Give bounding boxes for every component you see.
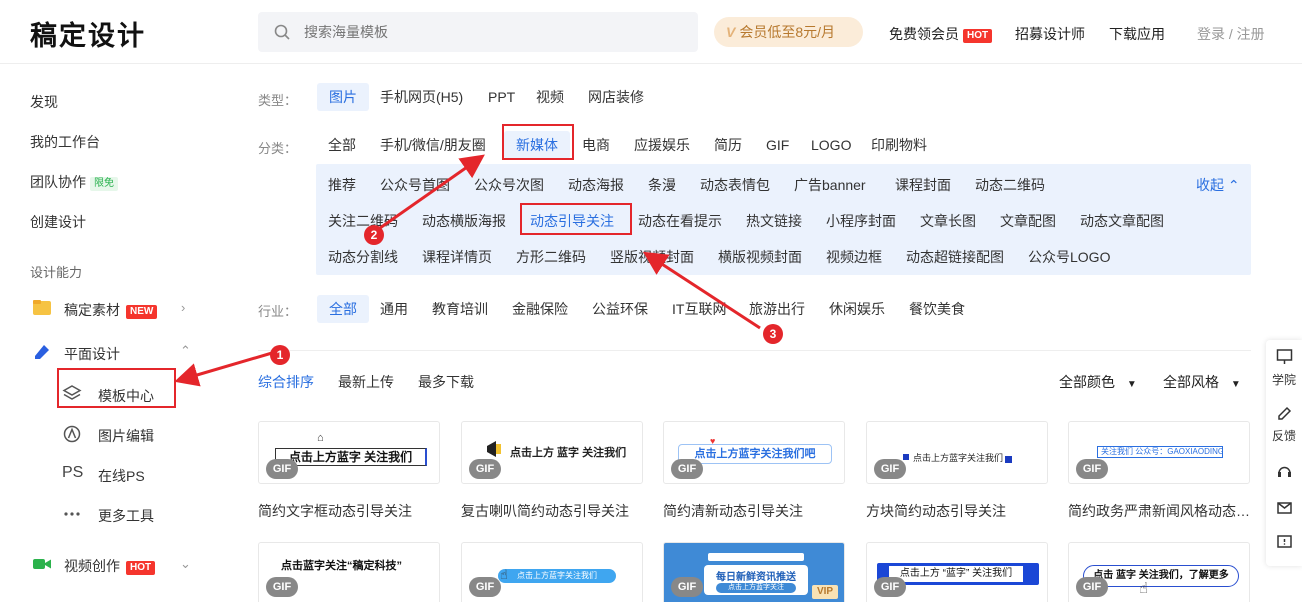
annotation-number: 2 bbox=[364, 225, 384, 245]
annotation-arrows bbox=[174, 154, 761, 387]
annotation-arrow-1 bbox=[174, 351, 273, 387]
annotation-number: 3 bbox=[763, 324, 783, 344]
annotation-arrow-2 bbox=[379, 154, 485, 230]
annotation-arrow-3 bbox=[642, 251, 761, 330]
annotation-number: 1 bbox=[270, 345, 290, 365]
